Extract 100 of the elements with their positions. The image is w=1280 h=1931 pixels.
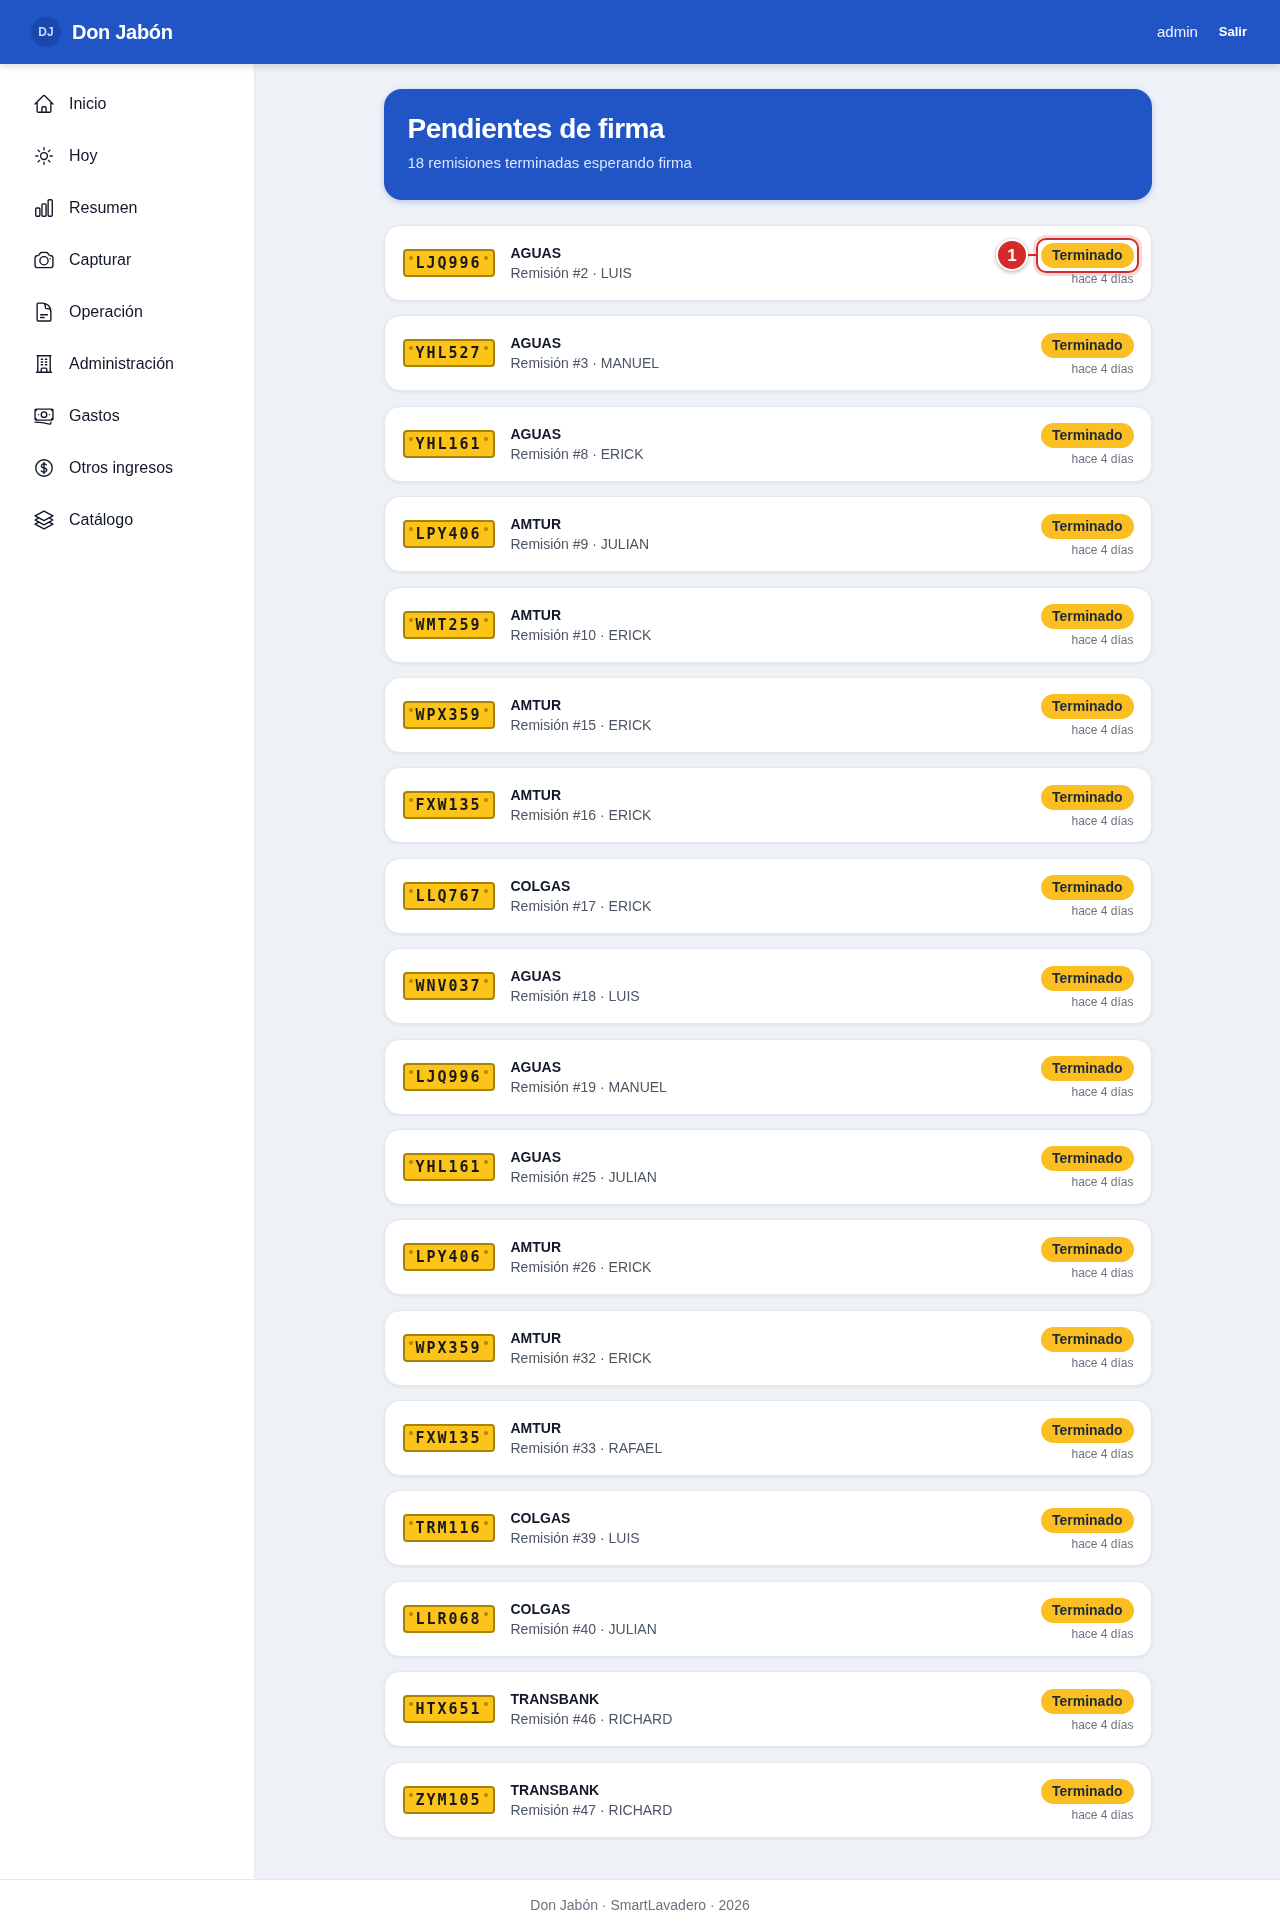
client-name: AGUAS — [510, 1057, 563, 1077]
remision-card[interactable]: LLR068 COLGAS Remisión #40 · JULIAN Terminado hace 4 días — [383, 1580, 1152, 1657]
plate-number: LJQ996 — [415, 254, 482, 272]
screw-icon — [409, 1431, 414, 1436]
remision-detail: Remisión #2 · LUIS — [510, 264, 632, 283]
nav-item[interactable]: Catálogo — [0, 494, 254, 546]
remision-detail: Remisión #40 · JULIAN — [510, 1619, 657, 1639]
remision-card[interactable]: YHL161 AGUAS Remisión #25 · JULIAN Terminado hace 4 días — [383, 1128, 1152, 1205]
remision-card[interactable]: FXW135 AMTUR Remisión #33 · RAFAEL Terminado hace 4 días — [383, 1400, 1152, 1477]
screw-icon — [483, 617, 488, 622]
screw-icon — [483, 1792, 488, 1797]
remision-card[interactable]: LPY406 AMTUR Remisión #9 · JULIAN Terminado hace 4 días — [383, 496, 1152, 573]
nav-item[interactable]: Capturar — [0, 234, 254, 286]
client-name: TRANSBANK — [510, 1690, 601, 1710]
nav-item[interactable]: Otros ingresos — [0, 442, 254, 494]
remision-detail: Remisión #39 · LUIS — [510, 1529, 640, 1549]
time-ago: hace 4 días — [1071, 360, 1134, 377]
screw-icon — [483, 1611, 488, 1616]
nav-item[interactable]: Hoy — [0, 130, 254, 182]
screw-icon — [409, 527, 414, 532]
nav-item[interactable]: Resumen — [0, 182, 254, 234]
screw-icon — [409, 256, 414, 260]
nav-item[interactable]: Operación — [0, 286, 254, 338]
screw-icon — [409, 888, 414, 893]
plate-number: HTX651 — [415, 1700, 482, 1719]
remision-detail: Remisión #26 · ERICK — [510, 1258, 652, 1278]
status-badge: Terminado — [1040, 1417, 1134, 1443]
plate-number: WNV037 — [415, 977, 482, 996]
client-name: COLGAS — [510, 876, 572, 896]
remision-card[interactable]: YHL527 AGUAS Remisión #3 · MANUEL Terminado hace 4 días — [383, 315, 1152, 392]
screw-icon — [483, 1431, 488, 1436]
screw-icon — [409, 1521, 414, 1526]
status-badge: Terminado — [1040, 1146, 1134, 1172]
status-badge: Terminado — [1040, 965, 1134, 991]
remision-card[interactable]: HTX651 TRANSBANK Remisión #46 · RICHARD Terminado hace 4 días — [383, 1671, 1152, 1748]
time-ago: hace 4 días — [1071, 1445, 1134, 1462]
banknote-icon — [33, 405, 55, 427]
remision-card[interactable]: LJQ996 AGUAS Remisión #2 · LUIS 1 Terminado hace 4 días — [383, 225, 1152, 301]
status-badge: Terminado — [1040, 604, 1134, 630]
time-ago: hace 4 días — [1071, 722, 1134, 739]
remision-card[interactable]: YHL161 AGUAS Remisión #8 · ERICK Terminado hace 4 días — [383, 405, 1152, 482]
screw-icon — [483, 527, 488, 532]
remision-card[interactable]: ZYM105 TRANSBANK Remisión #47 · RICHARD Terminado hace 4 días — [383, 1761, 1152, 1838]
bar-chart-icon — [33, 197, 55, 219]
remision-card[interactable]: WPX359 AMTUR Remisión #32 · ERICK Terminado hace 4 días — [383, 1309, 1152, 1386]
time-ago: hace 4 días — [1071, 993, 1134, 1010]
remision-card[interactable]: FXW135 AMTUR Remisión #16 · ERICK Terminado hace 4 días — [383, 767, 1152, 844]
screw-icon — [409, 1250, 414, 1255]
screw-icon — [409, 1792, 414, 1797]
remision-card[interactable]: LJQ996 AGUAS Remisión #19 · MANUEL Terminado hace 4 días — [383, 1038, 1152, 1115]
nav-item[interactable]: Administración — [0, 338, 254, 390]
screw-icon — [409, 1069, 414, 1074]
remision-card[interactable]: WPX359 AMTUR Remisión #15 · ERICK Terminado hace 4 días — [383, 676, 1152, 753]
camera-icon — [33, 249, 55, 271]
plate-number: LLQ767 — [415, 886, 482, 905]
remision-card[interactable]: WMT259 AMTUR Remisión #10 · ERICK Terminado hace 4 días — [383, 586, 1152, 663]
remision-card[interactable]: WNV037 AGUAS Remisión #18 · LUIS Terminado hace 4 días — [383, 948, 1152, 1025]
screw-icon — [409, 1340, 414, 1345]
client-name: COLGAS — [510, 1509, 572, 1529]
screw-icon — [409, 1159, 414, 1164]
status-badge: Terminado — [1040, 242, 1134, 268]
footer-text: Don Jabón · SmartLavadero · 2026 — [530, 1896, 750, 1915]
remision-card[interactable]: LLQ767 COLGAS Remisión #17 · ERICK Terminado hace 4 días — [383, 857, 1152, 934]
time-ago: hace 4 días — [1071, 632, 1134, 649]
client-name: AMTUR — [510, 695, 563, 715]
remision-card[interactable]: TRM116 COLGAS Remisión #39 · LUIS Terminado hace 4 días — [383, 1490, 1152, 1567]
remision-detail: Remisión #15 · ERICK — [510, 715, 652, 735]
time-ago: hace 4 días — [1071, 270, 1134, 287]
screw-icon — [483, 1521, 488, 1526]
logout-link[interactable]: Salir — [1218, 22, 1247, 42]
screw-icon — [409, 617, 414, 622]
status-badge: Terminado — [1040, 875, 1134, 901]
plate-number: WPX359 — [415, 705, 482, 724]
status-badge: Terminado — [1040, 1688, 1134, 1714]
screw-icon — [483, 256, 488, 260]
time-ago: hace 4 días — [1071, 1355, 1134, 1372]
plate-number: YHL161 — [415, 1157, 482, 1176]
time-ago: hace 4 días — [1071, 1174, 1134, 1191]
screw-icon — [409, 346, 414, 351]
nav-item[interactable]: Inicio — [0, 78, 254, 130]
screw-icon — [483, 1069, 488, 1074]
client-name: AGUAS — [510, 1147, 563, 1167]
nav-item[interactable]: Gastos — [0, 390, 254, 442]
time-ago: hace 4 días — [1071, 1535, 1134, 1552]
time-ago: hace 4 días — [1071, 1807, 1134, 1824]
screw-icon — [483, 1702, 488, 1707]
client-name: AMTUR — [510, 786, 563, 806]
plate-number: WPX359 — [415, 1338, 482, 1357]
client-name: COLGAS — [510, 1599, 572, 1619]
screw-icon — [483, 436, 488, 441]
plate-number: LPY406 — [415, 525, 482, 544]
remision-card[interactable]: LPY406 AMTUR Remisión #26 · ERICK Terminado hace 4 días — [383, 1219, 1152, 1296]
time-ago: hace 4 días — [1071, 1084, 1134, 1100]
time-ago: hace 4 días — [1071, 541, 1134, 558]
plate-number: TRM116 — [415, 1519, 482, 1538]
remision-detail: Remisión #46 · RICHARD — [510, 1710, 673, 1730]
screw-icon — [483, 346, 488, 351]
time-ago: hace 4 días — [1071, 1626, 1134, 1643]
client-name: AGUAS — [510, 244, 563, 263]
screw-icon — [409, 979, 414, 984]
